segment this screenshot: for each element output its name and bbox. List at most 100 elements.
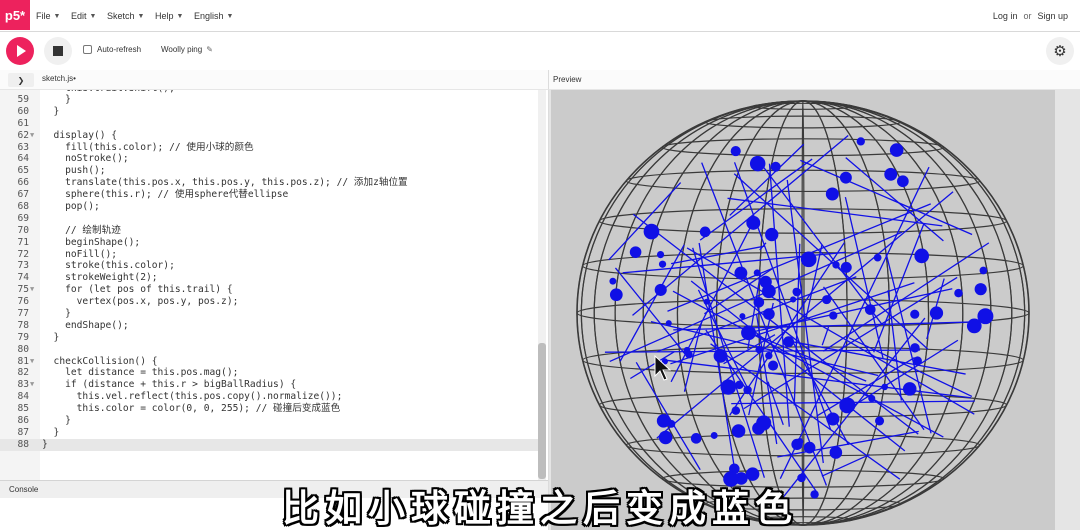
blue-ball — [658, 260, 667, 268]
auth-or-text: or — [1023, 11, 1032, 21]
code-line[interactable]: 85 this.color = color(0, 0, 255); // 碰撞后… — [0, 403, 540, 415]
blue-ball — [974, 283, 987, 296]
code-text: this.color = color(0, 0, 255); // 碰撞后变成蓝… — [42, 403, 341, 415]
play-button[interactable] — [6, 37, 34, 65]
code-line[interactable]: 68 pop(); — [0, 201, 540, 213]
blue-ball — [783, 336, 795, 348]
menu-help-label: Help — [155, 11, 174, 21]
pencil-icon[interactable]: ✎ — [206, 45, 213, 54]
menu-file[interactable]: File ▼ — [36, 0, 60, 32]
ball-trail — [821, 326, 830, 346]
blue-ball — [902, 382, 917, 396]
fold-arrow-icon[interactable]: ▼ — [30, 130, 38, 142]
code-line[interactable]: 72 noFill(); — [0, 249, 540, 261]
code-line[interactable]: 71 beginShape(); — [0, 237, 540, 249]
fold-arrow-icon[interactable]: ▼ — [30, 356, 38, 368]
sketch-name[interactable]: Woolly ping ✎ — [161, 45, 213, 54]
fold-arrow-icon[interactable]: ▼ — [30, 379, 38, 391]
blue-ball — [643, 223, 660, 240]
code-line[interactable]: 66 translate(this.pos.x, this.pos.y, thi… — [0, 177, 540, 189]
code-line[interactable]: 78 endShape(); — [0, 320, 540, 332]
code-text: translate(this.pos.x, this.pos.y, this.p… — [42, 177, 408, 189]
chevron-down-icon: ▼ — [89, 12, 97, 20]
ball-trail — [635, 361, 701, 471]
line-number: 71 — [17, 236, 29, 248]
blue-ball — [667, 420, 676, 428]
code-text: push(); — [42, 165, 106, 177]
code-text: } — [42, 331, 60, 343]
menu-sketch[interactable]: Sketch ▼ — [107, 0, 144, 32]
signup-link[interactable]: Sign up — [1037, 11, 1068, 21]
auto-refresh-label: Auto-refresh — [97, 45, 142, 54]
fold-arrow-icon[interactable]: ▼ — [30, 284, 38, 296]
code-line[interactable]: 79 } — [0, 332, 540, 344]
blue-ball — [741, 325, 756, 341]
code-line[interactable]: 77 } — [0, 308, 540, 320]
blue-ball — [749, 155, 766, 172]
blue-ball — [658, 430, 673, 445]
code-editor[interactable]: this.trail.shift(); 59 }60 }6162▼ displa… — [0, 90, 548, 480]
code-line[interactable]: 63 fill(this.color); // 使用小球的颜色 — [0, 142, 540, 154]
blue-ball — [796, 437, 804, 445]
code-text: let distance = this.pos.mag(); — [42, 367, 239, 379]
code-line[interactable]: 69 — [0, 213, 540, 225]
code-line[interactable]: 64 noStroke(); — [0, 153, 540, 165]
code-text: checkCollision() { — [42, 355, 158, 367]
menu-language[interactable]: English ▼ — [194, 0, 233, 32]
code-line[interactable]: 59 } — [0, 94, 540, 106]
code-line[interactable]: 76 vertex(pos.x, pos.y, pos.z); — [0, 296, 540, 308]
code-line[interactable]: 84 this.vel.reflect(this.pos.copy().norm… — [0, 391, 540, 403]
ball-trail — [885, 253, 932, 434]
code-text: beginShape(); — [42, 236, 141, 248]
code-line[interactable]: 75 ▼ for (let pos of this.trail) { — [0, 284, 540, 296]
line-number: 88 — [17, 438, 29, 450]
stop-button[interactable] — [44, 37, 72, 65]
blue-ball — [910, 343, 920, 353]
blue-ball — [884, 167, 898, 181]
code-line[interactable]: 80 — [0, 344, 540, 356]
code-line[interactable]: 81 ▼ checkCollision() { — [0, 356, 540, 368]
code-line[interactable]: 67 sphere(this.r); // 使用sphere代替ellipse — [0, 189, 540, 201]
line-number: 85 — [17, 403, 29, 415]
line-number: 83 — [17, 379, 29, 391]
blue-ball — [746, 215, 761, 230]
editor-scroll-thumb[interactable] — [538, 343, 546, 479]
collapse-sidebar-button[interactable]: ❯ — [8, 73, 34, 87]
code-line[interactable]: 87 } — [0, 427, 540, 439]
blue-ball — [914, 248, 930, 264]
sphere-longitude-line — [580, 100, 1026, 526]
auto-refresh-toggle[interactable]: Auto-refresh — [83, 45, 141, 54]
code-line[interactable]: 86 } — [0, 415, 540, 427]
blue-ball — [735, 380, 744, 390]
sketch-name-label: Woolly ping — [161, 45, 203, 54]
menu-edit[interactable]: Edit ▼ — [71, 0, 96, 32]
code-line[interactable]: 82 let distance = this.pos.mag(); — [0, 367, 540, 379]
menu-help[interactable]: Help ▼ — [155, 0, 183, 32]
video-subtitle: 比如小球碰撞之后变成蓝色 — [282, 487, 798, 530]
login-link[interactable]: Log in — [993, 11, 1018, 21]
code-line[interactable]: 88} — [0, 438, 540, 451]
code-line[interactable]: 61 — [0, 118, 540, 130]
code-line[interactable]: 62 ▼ display() { — [0, 130, 540, 142]
code-line[interactable]: 70 // 绘制轨迹 — [0, 225, 540, 237]
code-lines[interactable]: this.trail.shift(); 59 }60 }6162▼ displa… — [0, 90, 540, 451]
settings-button[interactable]: ⚙ — [1046, 37, 1074, 65]
sketch-canvas[interactable] — [551, 90, 1055, 530]
menu-sketch-label: Sketch — [107, 11, 135, 21]
blue-ball — [743, 385, 752, 395]
code-line[interactable]: 83 ▼ if (distance + this.r > bigBallRadiu… — [0, 379, 540, 391]
code-line[interactable]: 73 stroke(this.color); — [0, 260, 540, 272]
code-line[interactable]: 60 } — [0, 106, 540, 118]
p5-logo[interactable]: p5* — [0, 0, 30, 30]
blue-ball — [731, 406, 741, 415]
blue-ball — [685, 350, 693, 359]
auto-refresh-checkbox[interactable] — [83, 45, 92, 54]
code-line[interactable]: 65 push(); — [0, 165, 540, 177]
code-line[interactable]: 74 strokeWeight(2); — [0, 272, 540, 284]
file-tab-sketch-js[interactable]: sketch.js• — [42, 74, 76, 83]
line-number: 76 — [17, 296, 29, 308]
blue-ball — [864, 304, 876, 315]
blue-ball — [840, 261, 852, 273]
blue-ball — [753, 269, 761, 277]
code-text: endShape(); — [42, 319, 129, 331]
